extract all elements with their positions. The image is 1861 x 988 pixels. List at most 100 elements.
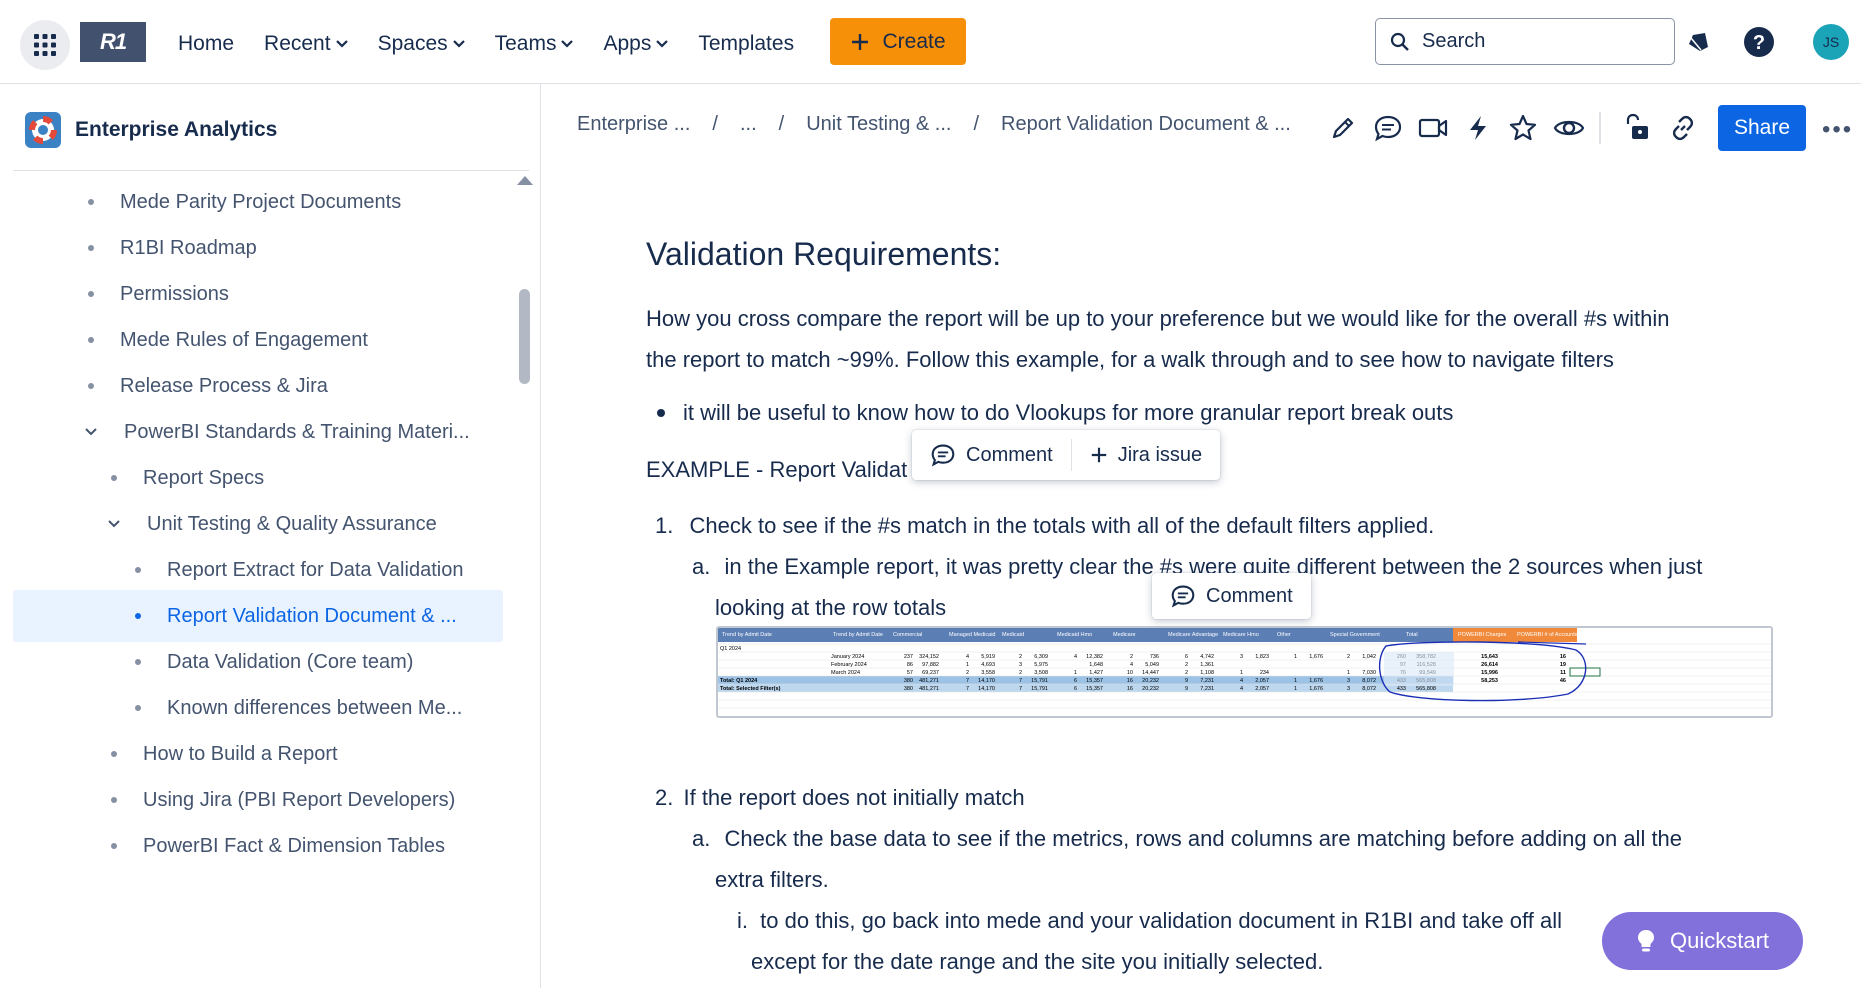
tree-item-permissions[interactable]: Permissions: [88, 268, 229, 320]
sheet-cell: 565,808: [1416, 686, 1436, 692]
restrictions-icon[interactable]: [1620, 110, 1656, 146]
tree-item-build-report[interactable]: How to Build a Report: [111, 728, 338, 780]
sheet-cell: 736: [1150, 654, 1159, 660]
add-comment-button[interactable]: Comment: [912, 430, 1071, 480]
tree-item-report-validation[interactable]: Report Validation Document & ...: [13, 590, 503, 642]
tree-item-label: Report Validation Document & ...: [167, 604, 457, 627]
tree-item-known-differences[interactable]: Known differences between Me...: [135, 682, 462, 734]
sheet-cell: 380: [904, 686, 913, 692]
space-header[interactable]: Enterprise Analytics: [25, 112, 277, 148]
copy-link-icon[interactable]: [1665, 110, 1701, 146]
sheet-cell: 4,693: [981, 662, 995, 668]
sheet-cell: 20,232: [1142, 686, 1159, 692]
sheet-cell: 1: [1294, 678, 1297, 684]
nav-spaces[interactable]: Spaces: [378, 32, 465, 56]
list-roman: i.: [737, 908, 748, 933]
sheet-cell: 2: [1185, 670, 1188, 676]
avatar[interactable]: JS: [1813, 24, 1849, 60]
sheet-cell: 4: [966, 654, 969, 660]
tree-item-rules[interactable]: Mede Rules of Engagement: [88, 314, 368, 366]
notifications-icon[interactable]: [1681, 24, 1717, 60]
bullet-icon: [111, 843, 117, 849]
sheet-cell: 6: [1185, 654, 1188, 660]
toolbar-separator: [1599, 112, 1601, 144]
tree-item-unit-testing[interactable]: Unit Testing & Quality Assurance: [108, 498, 437, 550]
bullet-icon: [135, 613, 141, 619]
nav-home[interactable]: Home: [178, 32, 234, 56]
sheet-cell: 2,057: [1255, 678, 1269, 684]
watch-icon[interactable]: [1551, 110, 1587, 146]
more-actions-button[interactable]: •••: [1822, 116, 1853, 144]
breadcrumb-item[interactable]: Report Validation Document & ...: [1001, 113, 1291, 136]
sheet-cell: 4: [1130, 662, 1133, 668]
sheet-cell: 57: [907, 670, 913, 676]
sheet-row-label: January 2024: [831, 654, 864, 660]
help-icon[interactable]: ?: [1741, 24, 1777, 60]
breadcrumb-item[interactable]: ...: [740, 113, 757, 136]
site-logo[interactable]: R1: [80, 22, 146, 62]
chevron-down-icon: [452, 40, 465, 48]
tree-item-roadmap[interactable]: R1BI Roadmap: [88, 222, 257, 274]
add-comment-button[interactable]: Comment: [1152, 573, 1311, 619]
tree-item-mede-parity[interactable]: Mede Parity Project Documents: [88, 176, 401, 228]
scroll-up-arrow[interactable]: [517, 176, 533, 185]
bullet-icon: [135, 705, 141, 711]
comment-icon[interactable]: [1370, 110, 1406, 146]
nav-spaces-label: Spaces: [377, 32, 448, 55]
sheet-cell: 14,447: [1142, 670, 1159, 676]
quickstart-label: Quickstart: [1669, 928, 1770, 953]
share-button[interactable]: Share: [1718, 105, 1806, 151]
sheet-header-label: Commercial: [893, 632, 922, 638]
tree-item-data-validation[interactable]: Data Validation (Core team): [135, 636, 413, 688]
create-jira-issue-button[interactable]: Jira issue: [1072, 430, 1220, 480]
tree-item-powerbi-standards[interactable]: PowerBI Standards & Training Materi...: [85, 406, 470, 458]
nav-templates[interactable]: Templates: [698, 32, 794, 56]
sheet-cell: 3: [1019, 662, 1022, 668]
tree-item-label: Report Specs: [143, 466, 265, 489]
sheet-row-label: March 2024: [831, 670, 860, 676]
video-icon[interactable]: [1415, 110, 1451, 146]
nav-apps[interactable]: Apps: [603, 32, 669, 56]
tree-item-label: Unit Testing & Quality Assurance: [147, 512, 437, 535]
sheet-cell: 5,975: [1034, 662, 1048, 668]
example-link[interactable]: EXAMPLE - Report Validat: [646, 457, 907, 483]
bullet-icon: [111, 751, 117, 757]
spreadsheet-image[interactable]: Trend by Admit Date Trend by Admit Date Co…: [716, 626, 1773, 718]
nav-recent[interactable]: Recent: [264, 32, 348, 56]
sheet-cell: 97,882: [922, 662, 939, 668]
chevron-down-icon[interactable]: [84, 427, 98, 437]
tree-item-report-extract[interactable]: Report Extract for Data Validation: [135, 544, 463, 596]
star-icon[interactable]: [1505, 110, 1541, 146]
breadcrumb-item[interactable]: Unit Testing & ...: [806, 113, 951, 136]
sheet-pbi-charges: 58,253: [1481, 678, 1498, 684]
sheet-cell: 7,231: [1200, 678, 1214, 684]
sidebar-scrollbar[interactable]: [519, 289, 530, 384]
inline-comment-popup: Comment: [1152, 573, 1311, 619]
sheet-cell: 3,558: [981, 670, 995, 676]
sheet-header-label: Medicaid Hmo: [1057, 632, 1092, 638]
sheet-pbi-accounts: 19: [1560, 662, 1566, 668]
edit-icon[interactable]: [1325, 110, 1361, 146]
sheet-cell: 7,030: [1362, 670, 1376, 676]
tree-item-fact-dimension[interactable]: PowerBI Fact & Dimension Tables: [111, 820, 445, 872]
automation-icon[interactable]: [1460, 110, 1496, 146]
list-letter: a.: [692, 826, 711, 851]
comment-icon: [1171, 585, 1195, 608]
quickstart-button[interactable]: Quickstart: [1602, 912, 1803, 970]
tree-item-report-specs[interactable]: Report Specs: [111, 452, 264, 504]
apps-grid-icon[interactable]: [20, 20, 70, 70]
list-number: 2.: [655, 785, 674, 810]
search-input[interactable]: Search: [1375, 18, 1675, 65]
create-button[interactable]: Create: [830, 18, 966, 65]
tree-item-using-jira[interactable]: Using Jira (PBI Report Developers): [111, 774, 455, 826]
tree-item-release[interactable]: Release Process & Jira: [88, 360, 328, 412]
plus-icon: [852, 33, 869, 50]
sheet-highlight: [1384, 652, 1454, 686]
bullet-icon: [88, 337, 94, 343]
breadcrumb-item[interactable]: Enterprise ...: [577, 113, 690, 136]
tree-item-label: Mede Rules of Engagement: [120, 328, 368, 351]
nav-teams[interactable]: Teams: [495, 32, 574, 56]
sheet-pbi-accounts: 46: [1560, 678, 1566, 684]
chevron-down-icon[interactable]: [107, 519, 121, 529]
sheet-cell: 2,057: [1255, 686, 1269, 692]
